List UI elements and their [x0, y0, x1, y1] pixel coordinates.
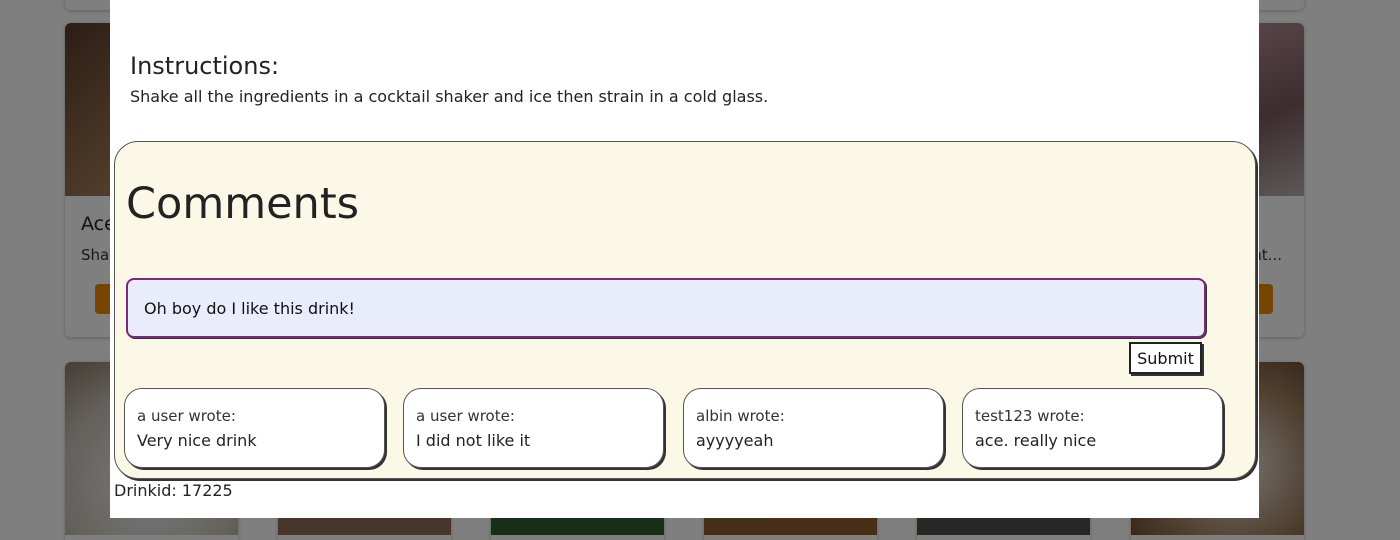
drink-modal: Instructions: Shake all the ingredients … [110, 0, 1259, 518]
comment-text: Very nice drink [137, 431, 257, 450]
comments-heading: Comments [126, 179, 360, 229]
comment-author: a user wrote: [416, 407, 515, 425]
comment-author: test123 wrote: [975, 407, 1085, 425]
comment-author: a user wrote: [137, 407, 236, 425]
instructions-heading: Instructions: [130, 52, 280, 80]
comment-card: a user wrote: I did not like it [403, 388, 664, 468]
comments-section: Comments Submit a user wrote: Very nice … [114, 141, 1256, 479]
comment-card: test123 wrote: ace. really nice [962, 388, 1223, 468]
instructions-text: Shake all the ingredients in a cocktail … [130, 87, 769, 106]
submit-button[interactable]: Submit [1129, 342, 1202, 374]
comment-input[interactable] [126, 278, 1206, 338]
comment-text: ayyyyeah [696, 431, 774, 450]
comment-author: albin wrote: [696, 407, 785, 425]
comment-text: ace. really nice [975, 431, 1097, 450]
drink-id: Drinkid: 17225 [114, 481, 233, 500]
comment-card: albin wrote: ayyyyeah [683, 388, 944, 468]
comment-card: a user wrote: Very nice drink [124, 388, 385, 468]
comment-text: I did not like it [416, 431, 531, 450]
